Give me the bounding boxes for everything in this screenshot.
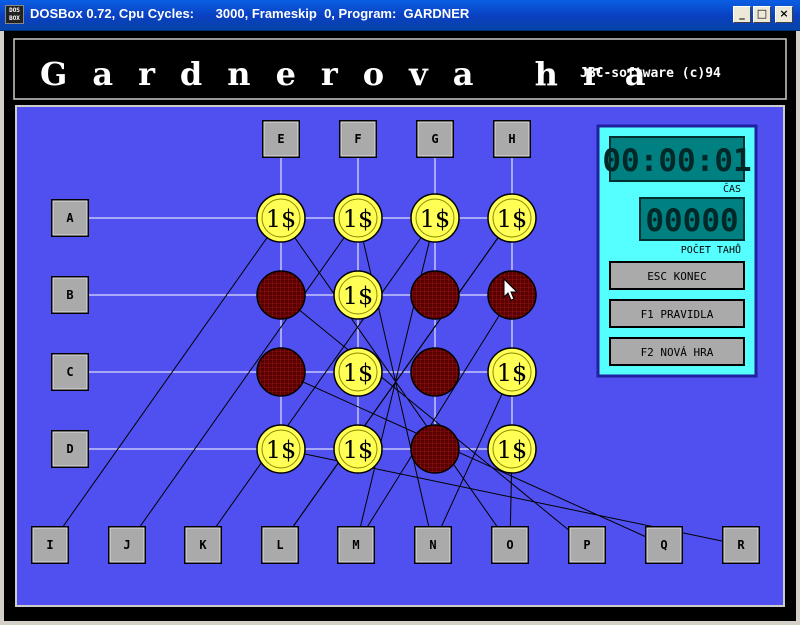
- coin-label: 1$: [343, 205, 374, 233]
- row-button-d[interactable]: D: [51, 430, 89, 468]
- column-button-e[interactable]: E: [262, 120, 300, 158]
- coin-piece[interactable]: 1$: [333, 270, 383, 320]
- panel-button-label: F1 PRAVIDLA: [641, 308, 714, 321]
- empty-hole[interactable]: [256, 270, 306, 320]
- coin-label: 1$: [497, 359, 528, 387]
- label-button-text: K: [199, 538, 207, 552]
- label-button-text: P: [583, 538, 590, 552]
- column-button-f[interactable]: F: [339, 120, 377, 158]
- empty-hole[interactable]: [410, 347, 460, 397]
- diagonal-button-n[interactable]: N: [414, 526, 452, 564]
- moves-label: POČET TAHŮ: [681, 243, 741, 256]
- coin-piece[interactable]: 1$: [333, 347, 383, 397]
- diagonal-button-i[interactable]: I: [31, 526, 69, 564]
- coin-label: 1$: [497, 205, 528, 233]
- diagonal-button-l[interactable]: L: [261, 526, 299, 564]
- empty-hole[interactable]: [256, 347, 306, 397]
- moves-value: 00000: [645, 203, 738, 239]
- f2-new-game-button[interactable]: F2 NOVÁ HRA: [609, 337, 745, 366]
- coin-piece[interactable]: 1$: [487, 424, 537, 474]
- coin-label: 1$: [343, 282, 374, 310]
- coin-piece[interactable]: 1$: [256, 193, 306, 243]
- dos-screen: Gardnerova hra JBC-software (c)94 1$ 1$ 1$…: [4, 31, 796, 621]
- label-button-text: M: [352, 538, 359, 552]
- close-button[interactable]: ×: [775, 6, 793, 23]
- side-panel: 00:00:01 ČAS 00000 POČET TAHŮ ESC KONEC F…: [596, 124, 758, 378]
- coin-label: 1$: [266, 436, 297, 464]
- label-button-text: G: [431, 132, 438, 146]
- panel-button-label: ESC KONEC: [647, 270, 707, 283]
- game-screen: Gardnerova hra JBC-software (c)94 1$ 1$ 1$…: [4, 31, 796, 621]
- diagonal-button-m[interactable]: M: [337, 526, 375, 564]
- esc-quit-button[interactable]: ESC KONEC: [609, 261, 745, 290]
- label-button-text: B: [66, 288, 73, 302]
- diagonal-button-k[interactable]: K: [184, 526, 222, 564]
- column-button-h[interactable]: H: [493, 120, 531, 158]
- coin-piece[interactable]: 1$: [487, 347, 537, 397]
- column-button-g[interactable]: G: [416, 120, 454, 158]
- label-button-text: D: [66, 442, 73, 456]
- row-button-c[interactable]: C: [51, 353, 89, 391]
- empty-hole[interactable]: [410, 424, 460, 474]
- diagonal-button-r[interactable]: R: [722, 526, 760, 564]
- empty-hole[interactable]: [410, 270, 460, 320]
- label-button-text: N: [429, 538, 436, 552]
- maximize-button[interactable]: □: [753, 6, 771, 23]
- coin-piece[interactable]: 1$: [333, 424, 383, 474]
- coin-label: 1$: [420, 205, 451, 233]
- panel-button-label: F2 NOVÁ HRA: [641, 346, 714, 359]
- label-button-text: O: [506, 538, 513, 552]
- diagonal-button-q[interactable]: Q: [645, 526, 683, 564]
- window-title: DOSBox 0.72, Cpu Cycles: 3000, Frameskip…: [30, 6, 470, 21]
- game-title: Gardnerova hra: [40, 55, 670, 93]
- time-label: ČAS: [723, 182, 741, 195]
- coin-label: 1$: [266, 205, 297, 233]
- coin-piece[interactable]: 1$: [487, 193, 537, 243]
- copyright-text: JBC-software (c)94: [580, 66, 721, 81]
- diagonal-button-j[interactable]: J: [108, 526, 146, 564]
- f1-rules-button[interactable]: F1 PRAVIDLA: [609, 299, 745, 328]
- diagonal-button-p[interactable]: P: [568, 526, 606, 564]
- label-button-text: J: [123, 538, 130, 552]
- label-button-text: E: [277, 132, 284, 146]
- diagonal-button-o[interactable]: O: [491, 526, 529, 564]
- row-button-a[interactable]: A: [51, 199, 89, 237]
- label-button-text: C: [66, 365, 73, 379]
- label-button-text: H: [508, 132, 515, 146]
- row-button-b[interactable]: B: [51, 276, 89, 314]
- dosbox-app-icon[interactable]: DOS BOX: [5, 5, 24, 24]
- coin-label: 1$: [343, 359, 374, 387]
- label-button-text: A: [66, 211, 74, 225]
- coin-piece[interactable]: 1$: [333, 193, 383, 243]
- coin-label: 1$: [343, 436, 374, 464]
- label-button-text: I: [46, 538, 53, 552]
- window-titlebar[interactable]: DOS BOX DOSBox 0.72, Cpu Cycles: 3000, F…: [0, 0, 800, 31]
- label-button-text: F: [354, 132, 361, 146]
- minimize-button[interactable]: _: [733, 6, 751, 23]
- coin-piece[interactable]: 1$: [410, 193, 460, 243]
- coin-piece[interactable]: 1$: [256, 424, 306, 474]
- time-value: 00:00:01: [602, 143, 751, 179]
- label-button-text: L: [276, 538, 283, 552]
- label-button-text: R: [737, 538, 745, 552]
- coin-label: 1$: [497, 436, 528, 464]
- label-button-text: Q: [660, 538, 667, 552]
